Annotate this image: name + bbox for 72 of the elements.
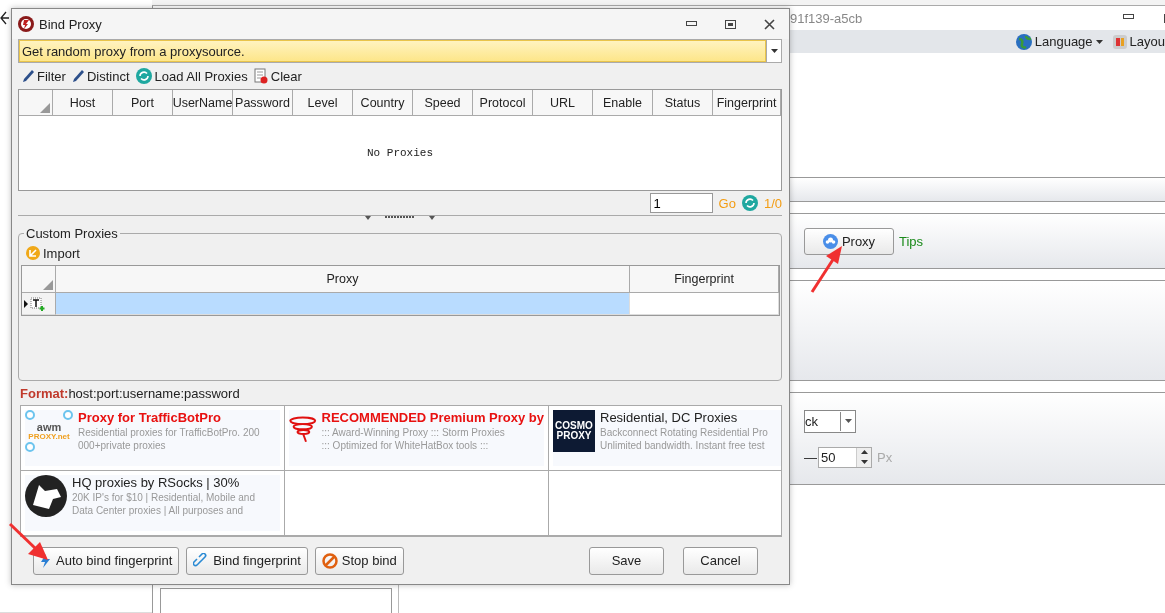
back-arrow-icon[interactable] xyxy=(0,10,10,26)
dialog-button[interactable]: Cancel xyxy=(683,546,758,575)
fingerprint-button[interactable]: Stop bind xyxy=(314,546,404,575)
fingerprint-button[interactable]: Bind fingerprint xyxy=(186,546,308,575)
refresh-icon xyxy=(135,68,152,84)
close-icon[interactable] xyxy=(764,18,775,30)
proxy-source-select[interactable]: Get random proxy from a proxysource. xyxy=(18,39,782,63)
link-icon xyxy=(193,552,210,569)
fingerprint-button[interactable]: Auto bind fingerprint xyxy=(33,546,180,575)
dialog-button[interactable]: Save xyxy=(589,546,664,575)
dropdown-button[interactable] xyxy=(766,40,781,62)
column-header[interactable]: Protocol xyxy=(473,90,533,116)
column-header[interactable]: Status xyxy=(653,90,713,116)
column-header[interactable]: Password xyxy=(233,90,293,116)
toolbar-button[interactable]: Distinct xyxy=(71,68,130,84)
caret-icon xyxy=(1095,39,1103,44)
column-header[interactable]: Fingerprint xyxy=(713,90,781,116)
import-icon xyxy=(26,246,40,260)
column-header[interactable]: Host xyxy=(53,90,113,116)
pen-icon xyxy=(71,69,84,83)
annotation-arrow xyxy=(8,522,50,562)
mode-select[interactable]: ck xyxy=(804,409,856,433)
splitter-grip-icon[interactable] xyxy=(365,216,435,221)
dialog-title: Bind Proxy xyxy=(39,16,102,32)
refresh-icon xyxy=(741,195,758,211)
layout-icon xyxy=(1112,34,1127,49)
format-hint: Format:host:port:username:password xyxy=(20,385,240,401)
unit-label: Px xyxy=(877,449,893,465)
toolbar-menu[interactable]: Language xyxy=(1015,33,1103,50)
import-button[interactable]: Import xyxy=(26,245,80,261)
caret-icon xyxy=(844,419,852,423)
tips-link[interactable]: Tips xyxy=(899,233,924,249)
column-header[interactable]: Level xyxy=(293,90,353,116)
fingerprint-cell[interactable] xyxy=(630,293,779,315)
empty-message: No Proxies xyxy=(367,147,433,159)
caret-icon xyxy=(770,49,778,53)
separator-text: — xyxy=(804,449,817,465)
corner-icon xyxy=(40,103,50,113)
column-header[interactable]: Proxy xyxy=(56,266,630,293)
maximize-icon[interactable] xyxy=(725,19,736,29)
column-header[interactable]: URL xyxy=(533,90,593,116)
toolbar-button[interactable]: Clear xyxy=(253,68,302,84)
logo-icon: COSMO PROXY xyxy=(553,410,595,452)
column-header[interactable]: Country xyxy=(353,90,413,116)
toolbar-button[interactable]: Filter xyxy=(22,68,66,84)
group-title: Custom Proxies xyxy=(25,226,119,241)
page-input[interactable]: 1 xyxy=(649,193,713,213)
pen-icon xyxy=(22,69,34,83)
clear-icon xyxy=(253,68,268,84)
stop-icon xyxy=(321,552,338,569)
minimize-icon[interactable] xyxy=(1123,13,1134,20)
people-icon xyxy=(822,233,838,249)
column-header[interactable]: Enable xyxy=(593,90,653,116)
ad-banner[interactable]: RECOMMENDED Premium Proxy by ::: Award-Winning Proxy ::: Storm Proxies ::: Optimized for WhiteHatBox tools ::: xyxy=(289,410,544,466)
page-count: 1/0 xyxy=(763,195,782,211)
window-title: 91f139-a5cb xyxy=(790,10,863,26)
ad-banner[interactable]: HQ proxies by RSocks | 30% 20K IP's for $10 | Residential, Mobile and Data Center proxies | All purposes and xyxy=(25,475,280,531)
column-header[interactable]: UserName xyxy=(173,90,233,116)
proxy-button[interactable]: Proxy xyxy=(804,227,894,255)
globe-icon xyxy=(1015,33,1032,50)
size-spinner[interactable]: 50 xyxy=(818,446,872,468)
column-header[interactable]: Speed xyxy=(413,90,473,116)
toolbar-menu[interactable]: Layou xyxy=(1112,34,1165,49)
toolbar-button[interactable]: Load All Proxies xyxy=(135,68,248,84)
column-header[interactable]: Fingerprint xyxy=(630,266,779,293)
minimize-icon[interactable] xyxy=(686,21,697,27)
input-field[interactable] xyxy=(160,588,392,613)
app-logo-icon xyxy=(18,16,34,32)
column-header[interactable]: Port xyxy=(113,90,173,116)
annotation-arrow xyxy=(810,244,844,294)
corner-icon xyxy=(43,280,53,290)
proxy-cell[interactable] xyxy=(56,293,630,315)
